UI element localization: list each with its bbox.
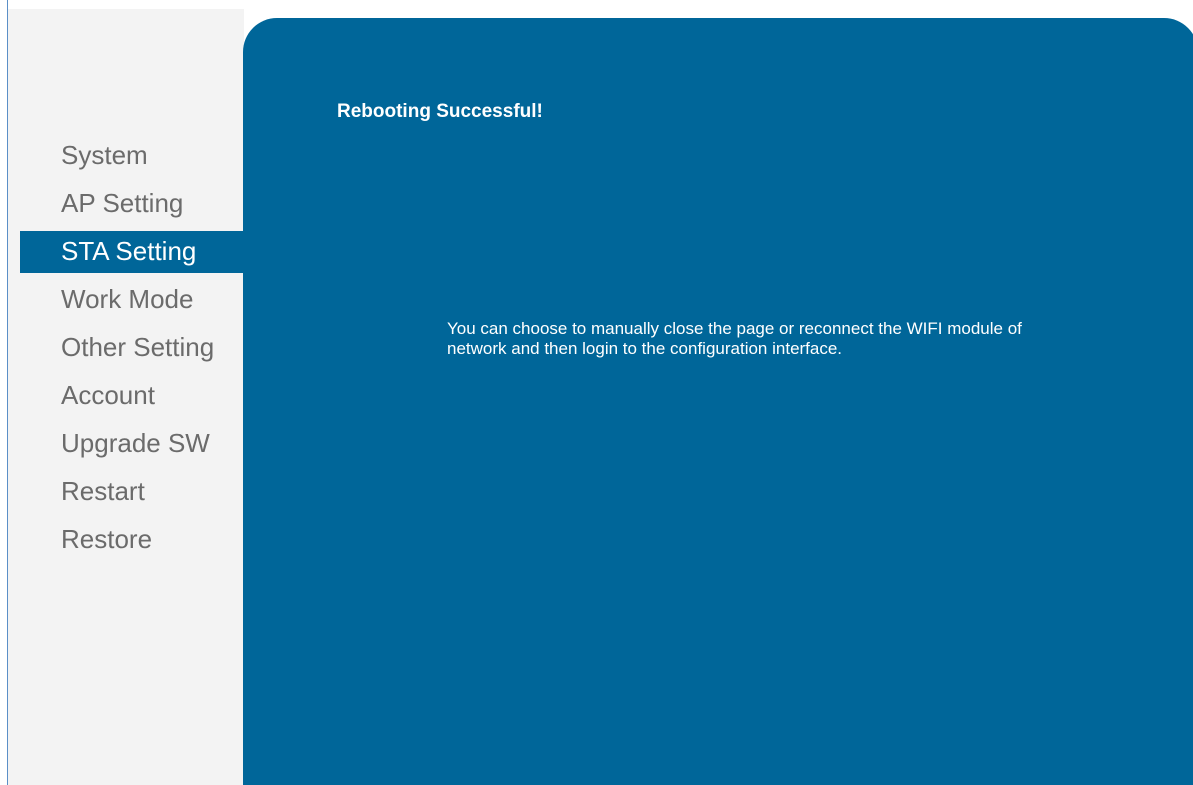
page-title: Rebooting Successful! [337, 101, 543, 122]
sidebar-item-work-mode[interactable]: Work Mode [20, 276, 244, 324]
page: System AP Setting STA Setting Work Mode … [0, 0, 1193, 785]
content-panel: Rebooting Successful! You can choose to … [243, 18, 1193, 785]
sidebar-item-system[interactable]: System [20, 132, 244, 180]
sidebar-item-account[interactable]: Account [20, 372, 244, 420]
sidebar-item-ap-setting[interactable]: AP Setting [20, 180, 244, 228]
sidebar-item-upgrade-sw[interactable]: Upgrade SW [20, 420, 244, 468]
sidebar-item-restart[interactable]: Restart [20, 468, 244, 516]
reboot-message: You can choose to manually close the pag… [447, 319, 1022, 358]
sidebar-nav: System AP Setting STA Setting Work Mode … [20, 132, 244, 564]
sidebar-item-restore[interactable]: Restore [20, 516, 244, 564]
sidebar-item-sta-setting[interactable]: STA Setting [20, 231, 244, 273]
sidebar-item-other-setting[interactable]: Other Setting [20, 324, 244, 372]
